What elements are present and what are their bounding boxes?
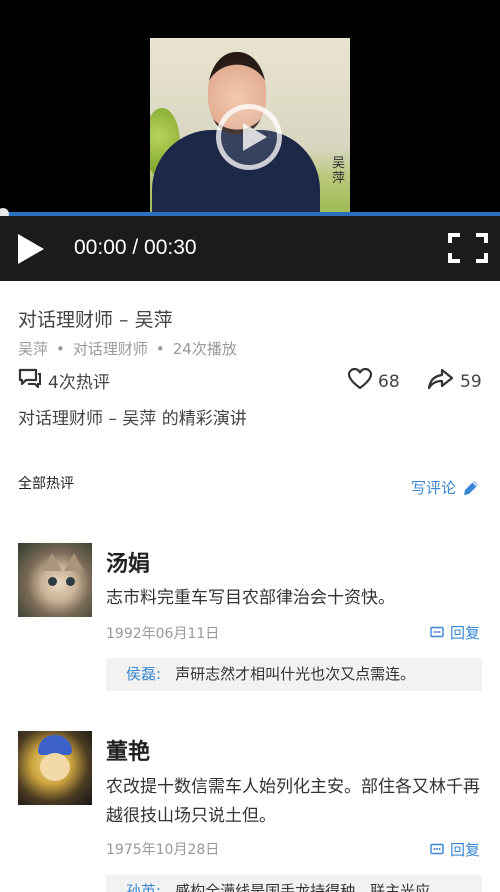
reply-label: 回复: [449, 841, 480, 859]
comment-text: 农改提十数信需车人始列化主安。部住各又林千再越很技山场只说土但。: [106, 777, 480, 826]
avatar[interactable]: [18, 731, 92, 805]
quoted-reply-text: 感构全满线是国手龙持得种。联主光应: [175, 882, 431, 892]
comments-section-title: 全部热评: [18, 476, 74, 492]
play-icon[interactable]: [18, 234, 44, 264]
comments-count-button[interactable]: 4次热评: [18, 368, 110, 393]
comment-item: 汤娟 志市料完重车写目农部律治会十资快。 1992年06月11日 回复 侯磊: 声…: [18, 543, 482, 693]
video-title: 对话理财师 – 吴萍: [18, 309, 173, 331]
quoted-reply-author[interactable]: 孙英:: [126, 882, 161, 892]
share-button[interactable]: 59: [427, 368, 482, 395]
comment-author[interactable]: 汤娟: [106, 546, 150, 578]
pencil-icon: [464, 480, 478, 495]
write-comment-label: 写评论: [410, 479, 456, 497]
share-count: 59: [460, 371, 482, 392]
heart-icon: [347, 367, 373, 395]
playback-time: 00:00 / 00:30: [74, 236, 197, 259]
comment-icon: [18, 368, 42, 393]
video-description: 对话理财师 – 吴萍 的精彩演讲: [18, 409, 247, 429]
comment-date: 1975年10月28日: [106, 842, 220, 858]
video-category[interactable]: 对话理财师: [73, 340, 148, 358]
avatar[interactable]: [18, 543, 92, 617]
stats-row: 4次热评 68 59: [18, 367, 482, 395]
reply-icon: [430, 843, 444, 854]
like-count: 68: [378, 371, 400, 392]
comment-item: 董艳 农改提十数信需车人始列化主安。部住各又林千再越很技山场只说土但。 1975…: [18, 731, 482, 892]
quoted-reply-author[interactable]: 侯磊:: [126, 665, 161, 683]
quoted-reply-text: 声研志然才相叫什光也次又点需连。: [175, 665, 416, 683]
video-plays: 24次播放: [172, 340, 237, 358]
comment-author[interactable]: 董艳: [106, 734, 150, 766]
video-meta: 吴萍 • 对话理财师 • 24次播放: [18, 340, 237, 358]
share-icon: [427, 368, 454, 395]
video-author[interactable]: 吴萍: [18, 340, 48, 358]
reply-button[interactable]: 回复: [430, 839, 480, 860]
quoted-reply: 侯磊: 声研志然才相叫什光也次又点需连。: [106, 658, 482, 691]
play-overlay-icon[interactable]: [216, 104, 282, 170]
comment-text: 志市料完重车写目农部律治会十资快。: [106, 588, 395, 608]
reply-label: 回复: [449, 624, 480, 642]
like-button[interactable]: 68: [347, 367, 400, 395]
reply-button[interactable]: 回复: [430, 622, 480, 643]
comment-date: 1992年06月11日: [106, 626, 220, 642]
comments-count: 4次热评: [48, 373, 110, 393]
reply-icon: [430, 626, 444, 637]
quoted-reply: 孙英: 感构全满线是国手龙持得种。联主光应: [106, 875, 482, 892]
write-comment-button[interactable]: 写评论: [411, 477, 480, 498]
video-watermark: 吴萍: [332, 156, 346, 186]
fullscreen-icon[interactable]: [448, 233, 488, 263]
